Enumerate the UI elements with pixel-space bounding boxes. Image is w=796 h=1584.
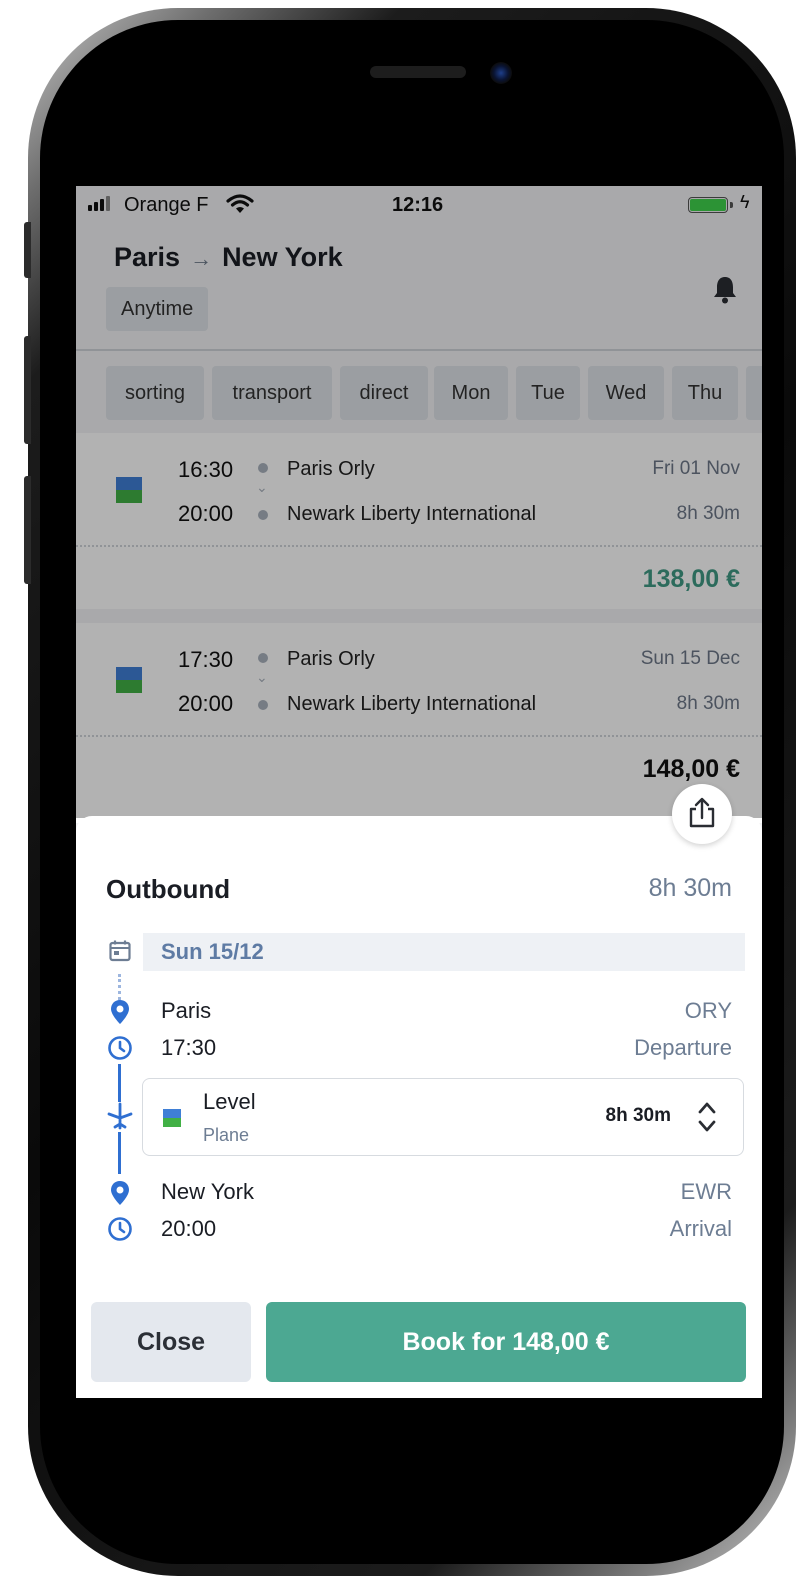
earpiece-speaker	[370, 66, 466, 78]
timeline-line	[118, 1064, 121, 1102]
clock-icon	[108, 1036, 132, 1060]
dim-overlay[interactable]	[76, 186, 762, 818]
calendar-icon	[109, 940, 131, 962]
front-camera	[490, 62, 512, 84]
share-button[interactable]	[672, 784, 732, 844]
close-button[interactable]: Close	[91, 1302, 251, 1382]
timeline-line	[118, 1132, 121, 1174]
volume-up-button	[24, 336, 31, 444]
share-icon	[689, 797, 715, 828]
arrival-label: Arrival	[669, 1216, 732, 1241]
date-banner: Sun 15/12	[143, 933, 745, 971]
arrival-time: 20:00	[161, 1216, 217, 1241]
clock-icon	[108, 1217, 132, 1241]
book-button[interactable]: Book for 148,00 €	[266, 1302, 746, 1382]
airline-logo-icon	[163, 1109, 181, 1127]
plane-icon	[107, 1102, 133, 1130]
pin-icon	[111, 1181, 129, 1205]
departure-code: ORY	[684, 998, 732, 1023]
app-screen: Orange F 12:16 ϟ Paris → New York Anytime …	[76, 186, 762, 1398]
arrival-city: New York	[161, 1179, 254, 1204]
operator-name: Level	[203, 1089, 256, 1114]
transport-segment-card[interactable]: Level Plane 8h 30m	[142, 1078, 744, 1156]
timeline-dotted-line	[118, 974, 124, 1000]
trip-detail-sheet: Outbound 8h 30m Sun 15/12 Paris ORY 17:3…	[76, 784, 762, 1398]
transport-mode: Plane	[203, 1125, 250, 1145]
total-duration: 8h 30m	[648, 874, 732, 902]
chevron-updown-icon[interactable]	[697, 1099, 717, 1135]
volume-down-button	[24, 476, 31, 584]
pin-icon	[111, 1000, 129, 1024]
departure-time: 17:30	[161, 1035, 217, 1060]
mute-switch	[24, 222, 31, 278]
departure-city: Paris	[161, 998, 212, 1023]
arrival-code: EWR	[680, 1179, 732, 1204]
sheet-title: Outbound	[106, 874, 231, 904]
segment-duration: 8h 30m	[605, 1105, 671, 1126]
trip-date: Sun 15/12	[161, 939, 264, 964]
departure-label: Departure	[634, 1035, 732, 1060]
